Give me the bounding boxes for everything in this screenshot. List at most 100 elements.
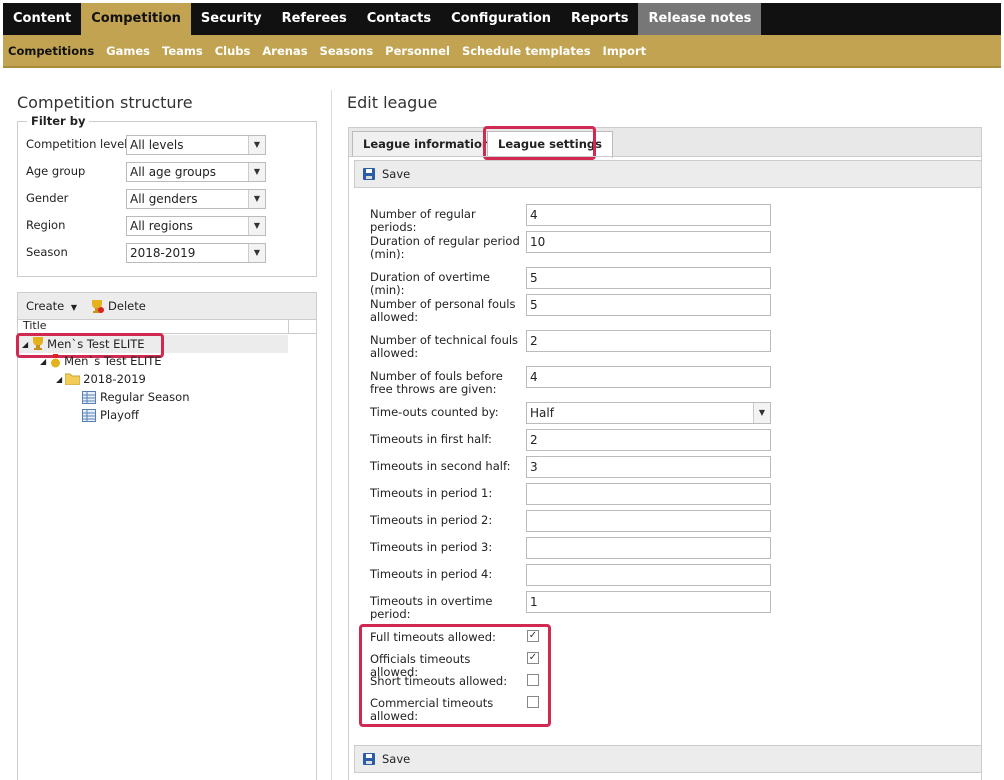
filter-select-gender[interactable]: All genders ▼	[126, 189, 266, 209]
filter-select-level[interactable]: All levels ▼	[126, 135, 266, 155]
nav-security[interactable]: Security	[191, 3, 272, 35]
save-button-top[interactable]: Save	[363, 167, 410, 181]
select-timeouts-counted-by[interactable]: Half ▼	[526, 402, 771, 424]
filter-label-season: Season	[26, 245, 68, 259]
top-nav: Content Competition Security Referees Co…	[3, 3, 1001, 35]
nav-content[interactable]: Content	[3, 3, 81, 35]
filter-label-region: Region	[26, 218, 66, 232]
save-label-top: Save	[382, 167, 411, 181]
trophy-delete-icon	[92, 300, 105, 313]
save-toolbar-bottom: Save	[354, 745, 982, 773]
chevron-down-icon[interactable]: ▼	[248, 163, 265, 181]
floppy-save-icon	[363, 753, 375, 765]
filter-select-level-value: All levels	[130, 138, 184, 152]
filter-select-age-value: All age groups	[130, 165, 216, 179]
label-personal-fouls: Number of personal fouls allowed:	[370, 297, 516, 324]
select-timeouts-counted-by-value: Half	[530, 406, 554, 420]
chevron-down-icon[interactable]: ▼	[248, 190, 265, 208]
filter-select-season[interactable]: 2018-2019 ▼	[126, 243, 266, 263]
label-regular-duration: Duration of regular period (min):	[370, 234, 520, 261]
input-timeouts-period-3[interactable]	[526, 537, 771, 559]
tree-node-playoff[interactable]: Playoff	[82, 408, 139, 422]
tree-node-regular-season[interactable]: Regular Season	[82, 390, 190, 404]
collapse-arrow-icon[interactable]: ◢	[56, 375, 62, 384]
caret-down-icon: ▼	[70, 303, 78, 312]
label-timeouts-period-4: Timeouts in period 4:	[370, 567, 493, 581]
input-regular-duration[interactable]: 10	[526, 231, 771, 253]
floppy-save-icon	[363, 168, 375, 180]
tree-column-header: Title	[18, 320, 316, 334]
label-timeouts-period-1: Timeouts in period 1:	[370, 486, 493, 500]
input-timeouts-period-4[interactable]	[526, 564, 771, 586]
filter-legend: Filter by	[27, 114, 90, 128]
label-regular-periods: Number of regular periods:	[370, 207, 476, 234]
filter-select-season-value: 2018-2019	[130, 246, 196, 260]
input-fouls-free-throws[interactable]: 4	[526, 366, 771, 388]
subnav-schedule-templates[interactable]: Schedule templates	[462, 44, 591, 58]
nav-competition[interactable]: Competition	[81, 3, 191, 35]
save-label-bottom: Save	[382, 752, 411, 766]
filter-select-gender-value: All genders	[130, 192, 198, 206]
label-timeouts-overtime: Timeouts in overtime period:	[370, 594, 493, 621]
chevron-down-icon[interactable]: ▼	[248, 244, 265, 262]
chevron-down-icon[interactable]: ▼	[753, 403, 770, 423]
label-technical-fouls: Number of technical fouls allowed:	[370, 333, 519, 360]
folder-icon	[65, 373, 81, 385]
filter-label-age: Age group	[26, 164, 86, 178]
input-timeouts-first-half[interactable]: 2	[526, 429, 771, 451]
input-timeouts-overtime[interactable]: 1	[526, 591, 771, 613]
filter-box: Filter by Competition level All levels ▼ …	[17, 114, 317, 277]
chevron-down-icon[interactable]: ▼	[248, 136, 265, 154]
delete-label: Delete	[108, 299, 146, 313]
input-timeouts-period-1[interactable]	[526, 483, 771, 505]
subnav-personnel[interactable]: Personnel	[385, 44, 450, 58]
subnav-competitions[interactable]: Competitions	[8, 44, 94, 58]
input-timeouts-second-half[interactable]: 3	[526, 456, 771, 478]
filter-label-level: Competition level	[26, 137, 128, 151]
chevron-down-icon[interactable]: ▼	[248, 217, 265, 235]
input-regular-periods[interactable]: 4	[526, 204, 771, 226]
label-timeouts-counted-by: Time-outs counted by:	[370, 405, 499, 419]
label-timeouts-period-2: Timeouts in period 2:	[370, 513, 493, 527]
tree-header-title: Title	[23, 319, 47, 332]
input-personal-fouls[interactable]: 5	[526, 294, 771, 316]
label-timeouts-period-3: Timeouts in period 3:	[370, 540, 493, 554]
tree-node-child[interactable]: ◢ Men`s Test ELITE	[40, 354, 162, 368]
label-overtime-duration: Duration of overtime (min):	[370, 270, 490, 297]
tree-season-label: 2018-2019	[83, 372, 146, 386]
subnav-seasons[interactable]: Seasons	[320, 44, 374, 58]
nav-contacts[interactable]: Contacts	[357, 3, 441, 35]
column-separator	[288, 320, 289, 334]
filter-label-gender: Gender	[26, 191, 69, 205]
subnav-games[interactable]: Games	[106, 44, 150, 58]
filter-select-region[interactable]: All regions ▼	[126, 216, 266, 236]
tree-leaf-playoff-label: Playoff	[100, 408, 139, 422]
table-icon	[82, 390, 96, 404]
create-button[interactable]: Create ▼	[26, 299, 77, 313]
subnav-teams[interactable]: Teams	[162, 44, 203, 58]
nav-release-notes[interactable]: Release notes	[638, 3, 762, 35]
nav-configuration[interactable]: Configuration	[441, 3, 561, 35]
input-overtime-duration[interactable]: 5	[526, 267, 771, 289]
filter-select-age[interactable]: All age groups ▼	[126, 162, 266, 182]
save-toolbar-top: Save	[354, 160, 982, 188]
subnav-clubs[interactable]: Clubs	[215, 44, 251, 58]
save-button-bottom[interactable]: Save	[363, 752, 410, 766]
sub-nav: Competitions Games Teams Clubs Arenas Se…	[3, 35, 1001, 68]
table-icon	[82, 408, 96, 422]
subnav-import[interactable]: Import	[603, 44, 647, 58]
tree-node-season[interactable]: ◢ 2018-2019	[56, 372, 146, 386]
input-technical-fouls[interactable]: 2	[526, 330, 771, 352]
subnav-arenas[interactable]: Arenas	[262, 44, 307, 58]
delete-button[interactable]: Delete	[89, 298, 146, 314]
medal-icon	[51, 354, 61, 368]
nav-referees[interactable]: Referees	[272, 3, 357, 35]
nav-reports[interactable]: Reports	[561, 3, 638, 35]
create-label: Create	[26, 299, 65, 313]
right-panel-title: Edit league	[347, 93, 438, 112]
collapse-arrow-icon[interactable]: ◢	[40, 357, 46, 366]
tab-league-information[interactable]: League information	[352, 131, 502, 157]
panel-divider	[331, 90, 332, 780]
label-timeouts-second-half: Timeouts in second half:	[370, 459, 511, 473]
input-timeouts-period-2[interactable]	[526, 510, 771, 532]
